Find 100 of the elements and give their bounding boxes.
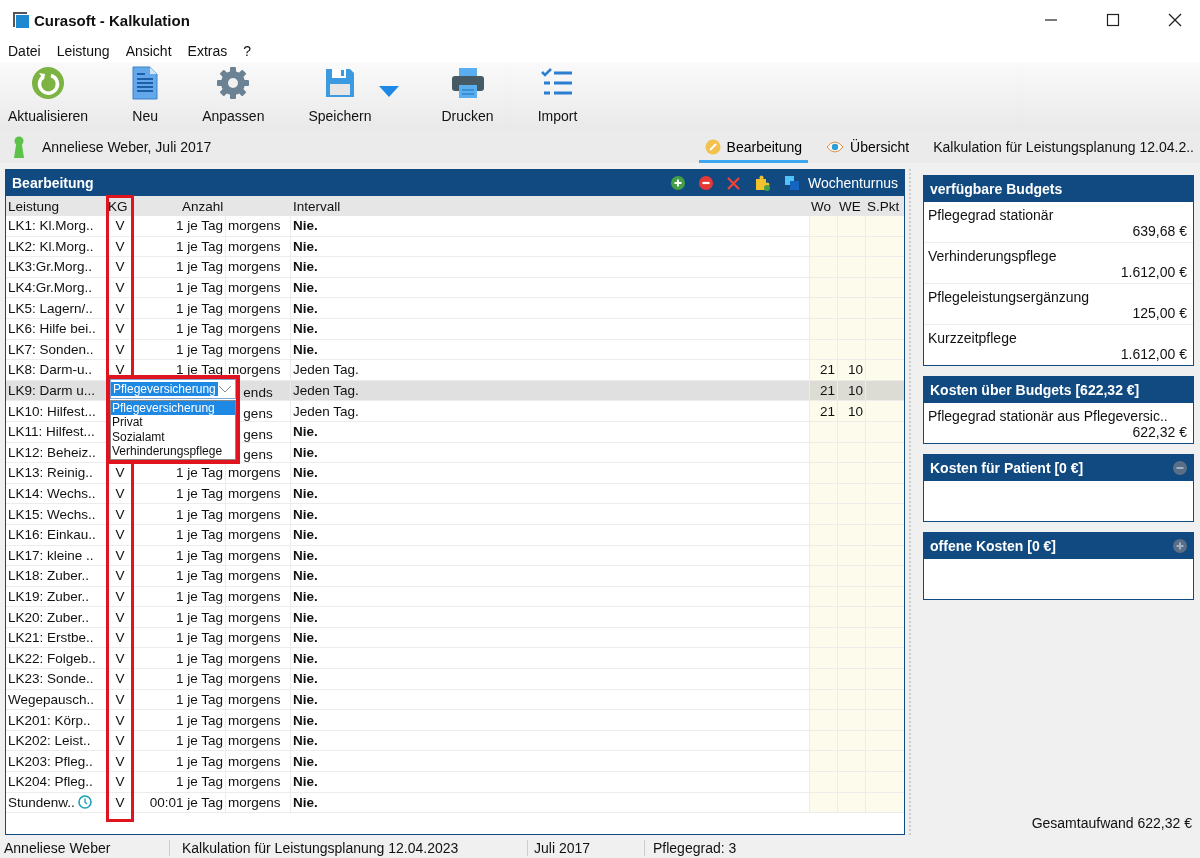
expand-icon[interactable]	[1173, 539, 1187, 553]
column-header: S.Pkt	[866, 198, 901, 214]
column-header: Intervall	[292, 198, 342, 214]
pencil-icon	[704, 138, 721, 155]
dropdown-caret-icon[interactable]	[379, 86, 400, 98]
table-cell: Nie.	[293, 280, 318, 296]
toolbar-button[interactable]: Import	[535, 62, 580, 124]
menu-item[interactable]: Ansicht	[125, 43, 172, 59]
table-cell: morgens	[228, 650, 281, 666]
table-cell: V	[115, 568, 125, 584]
dropdown-field[interactable]: Pflegeversicherung	[110, 378, 236, 399]
table-cell: 1 je Tag	[175, 280, 223, 296]
column-header: KG	[107, 198, 129, 214]
menu-item[interactable]: Leistung	[56, 43, 110, 59]
table-cell: morgens	[228, 794, 281, 810]
table-cell: Nie.	[293, 712, 318, 728]
budget-amount: 639,68 €	[1132, 223, 1187, 239]
budget-amount: 125,00 €	[1132, 305, 1187, 321]
table-cell: morgens	[228, 691, 281, 707]
delete-icon[interactable]	[727, 176, 740, 190]
table-cell: 1 je Tag	[175, 568, 223, 584]
remove-icon[interactable]	[699, 176, 713, 190]
table-cell: V	[115, 486, 125, 501]
table-cell: LK201: Körp..	[8, 712, 91, 728]
table-cell: V	[115, 733, 125, 749]
dropdown-option[interactable]: Sozialamt	[111, 429, 235, 445]
table-cell: Nie.	[293, 341, 318, 357]
table-cell: LK19: Zuber..	[8, 589, 90, 604]
table-cell: V	[115, 300, 125, 316]
tab[interactable]: Bearbeitung	[698, 134, 809, 163]
budget-label: Pflegegrad stationär aus Pflegeversic..	[928, 408, 1169, 424]
menu-item[interactable]: Datei	[8, 43, 41, 59]
table-cell: LK22: Folgeb..	[8, 650, 96, 666]
table-cell: Jeden Tag.	[293, 403, 359, 419]
table-cell: 1 je Tag	[175, 589, 223, 604]
table-cell: morgens	[228, 341, 281, 357]
budget-label: Kurzzeitpflege	[928, 330, 1018, 346]
puzzle-icon[interactable]	[754, 175, 770, 191]
panel-title: Bearbeitung	[12, 175, 94, 191]
budget-amount: 1.612,00 €	[1120, 264, 1187, 280]
table-cell: LK5: Lagern/..	[8, 300, 93, 316]
table-cell: Stundenw..	[8, 794, 75, 810]
card-title: Kosten für Patient [0 €]	[930, 460, 1084, 476]
table-cell: V	[115, 321, 125, 337]
table-cell: V	[115, 259, 125, 275]
table-cell: LK1: Kl.Morg..	[8, 218, 94, 234]
table-cell: Nie.	[293, 444, 318, 460]
eye-icon	[826, 140, 845, 153]
table-cell: 1 je Tag	[175, 671, 223, 687]
squares-icon[interactable]	[784, 175, 800, 191]
table-cell: 1 je Tag	[175, 321, 223, 337]
table-cell: LK10: Hilfest...	[8, 403, 96, 419]
turnus-label[interactable]: Wochenturnus	[808, 175, 898, 191]
budget-amount: 1.612,00 €	[1120, 346, 1187, 362]
table-cell: 1 je Tag	[175, 774, 223, 790]
table-cell: Nie.	[293, 238, 318, 254]
toolbar-button[interactable]: Neu	[130, 62, 161, 124]
table-cell: 1 je Tag	[175, 630, 223, 646]
table-cell: morgens	[228, 321, 281, 337]
table-cell: V	[115, 238, 125, 254]
budget-amount: 622,32 €	[1132, 424, 1187, 440]
maximize-icon[interactable]	[1106, 13, 1120, 27]
card-title: verfügbare Budgets	[930, 181, 1063, 197]
collapse-icon[interactable]	[1173, 461, 1187, 475]
add-icon[interactable]	[671, 176, 685, 190]
toolbar-button[interactable]: Anpassen	[200, 62, 267, 124]
table-cell: ends	[243, 385, 273, 401]
dropdown-option[interactable]: Pflegeversicherung	[111, 400, 235, 416]
table-cell: LK21: Erstbe..	[8, 630, 94, 646]
table-cell: Nie.	[293, 774, 318, 790]
table-cell: 1 je Tag	[175, 465, 223, 481]
tab[interactable]: Übersicht	[820, 134, 916, 163]
table-cell: morgens	[228, 774, 281, 790]
table-cell: V	[115, 691, 125, 707]
table-cell: Nie.	[293, 300, 318, 316]
person-icon	[12, 135, 26, 158]
table-cell: V	[115, 547, 125, 563]
menu-item[interactable]: Extras	[187, 43, 228, 59]
table-cell: morgens	[228, 300, 281, 316]
table-cell: morgens	[228, 280, 281, 296]
table-cell: LK14: Wechs..	[8, 486, 96, 501]
column-header: WE	[838, 198, 862, 214]
dropdown-option[interactable]: Privat	[111, 415, 235, 430]
table-cell: morgens	[228, 712, 281, 728]
dropdown-option[interactable]: Verhinderungspflege	[111, 444, 235, 459]
table-cell: V	[115, 794, 125, 810]
budget-label: Pflegegrad stationär	[928, 207, 1055, 223]
table-cell: V	[115, 465, 125, 481]
table-cell: V	[115, 218, 125, 234]
toolbar-button[interactable]: Drucken	[439, 62, 496, 124]
menu-item[interactable]: ?	[243, 43, 252, 59]
close-icon[interactable]	[1168, 13, 1182, 27]
table-cell: Nie.	[293, 589, 318, 604]
toolbar-button[interactable]: Speichern	[306, 62, 374, 124]
toolbar-button[interactable]: Aktualisieren	[6, 62, 91, 124]
table-cell: LK8: Darm-u..	[8, 362, 93, 378]
table-cell: gens	[243, 405, 273, 421]
table-cell: 1 je Tag	[175, 238, 223, 254]
table-cell: LK203: Pfleg..	[8, 753, 93, 769]
table-cell: Nie.	[293, 609, 318, 625]
